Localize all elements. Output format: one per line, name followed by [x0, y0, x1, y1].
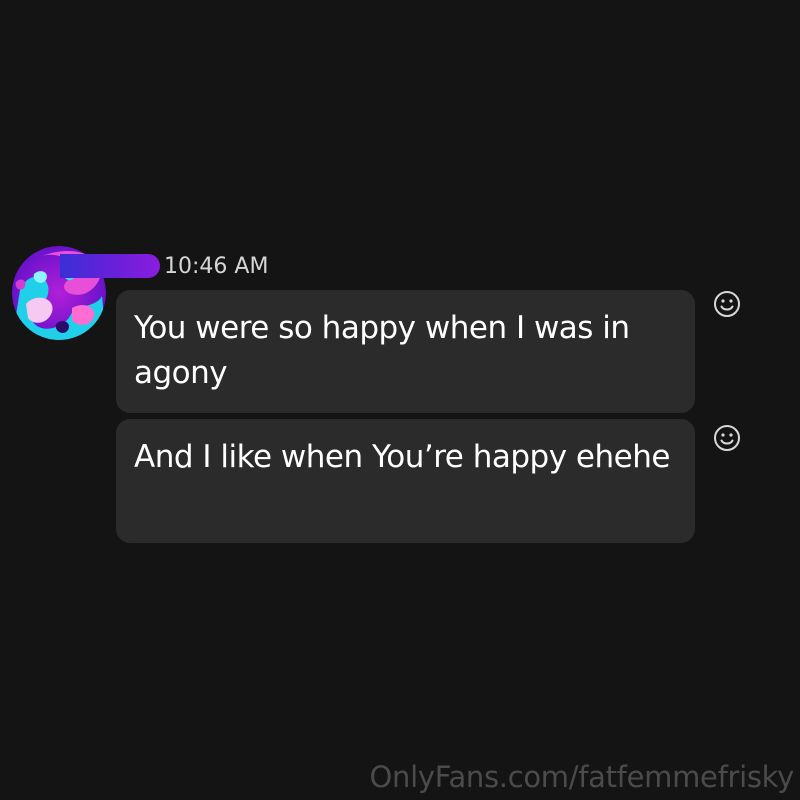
smiley-react-icon[interactable] [711, 288, 743, 320]
smiley-react-icon[interactable] [711, 422, 743, 454]
message-bubble[interactable]: And I like when You’re happy ehehe [116, 419, 695, 543]
message-timestamp: 10:46 AM [164, 254, 269, 279]
message-text: You were so happy when I was in agony [134, 310, 630, 391]
watermark: OnlyFans.com/fatfemmefrisky [369, 760, 795, 794]
message-text: And I like when You’re happy ehehe [134, 439, 670, 475]
message-bubble[interactable]: You were so happy when I was in agony [116, 290, 695, 413]
sender-name-redaction [60, 254, 160, 278]
